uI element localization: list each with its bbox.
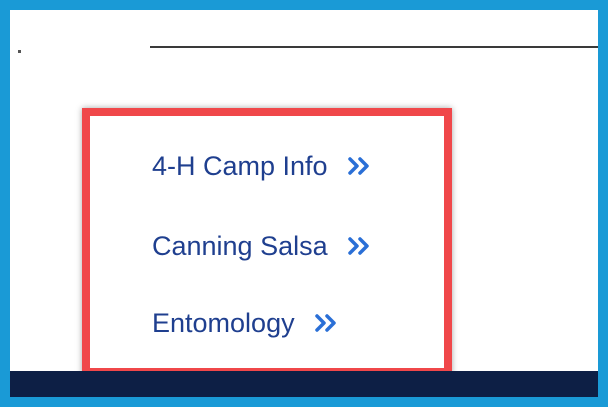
double-chevron-right-icon	[347, 237, 369, 255]
link-4h-camp-info[interactable]: 4-H Camp Info	[152, 150, 370, 182]
highlighted-link-panel: 4-H Camp Info Canning Salsa Entomology	[82, 108, 452, 376]
page-content: 4-H Camp Info Canning Salsa Entomology	[10, 10, 598, 397]
horizontal-divider	[150, 46, 598, 48]
link-entomology[interactable]: Entomology	[152, 307, 337, 339]
double-chevron-right-icon	[314, 314, 336, 332]
link-label: Entomology	[152, 308, 295, 338]
footer-bar	[10, 371, 598, 397]
corner-mark	[18, 50, 21, 53]
link-label: Canning Salsa	[152, 231, 328, 261]
link-canning-salsa[interactable]: Canning Salsa	[152, 230, 370, 262]
double-chevron-right-icon	[347, 157, 369, 175]
link-list: 4-H Camp Info Canning Salsa Entomology	[90, 116, 444, 368]
link-label: 4-H Camp Info	[152, 151, 328, 181]
